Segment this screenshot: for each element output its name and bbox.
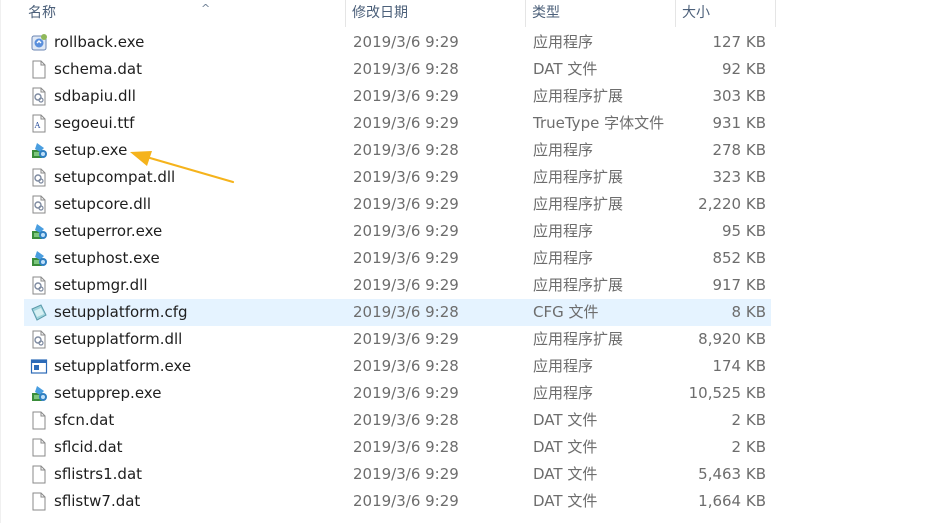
annotation-arrow-icon: [130, 151, 235, 184]
file-list-view: 名称 ^ 修改日期 类型 大小 rollback.exe 2019/3/6 9:2…: [0, 0, 926, 523]
